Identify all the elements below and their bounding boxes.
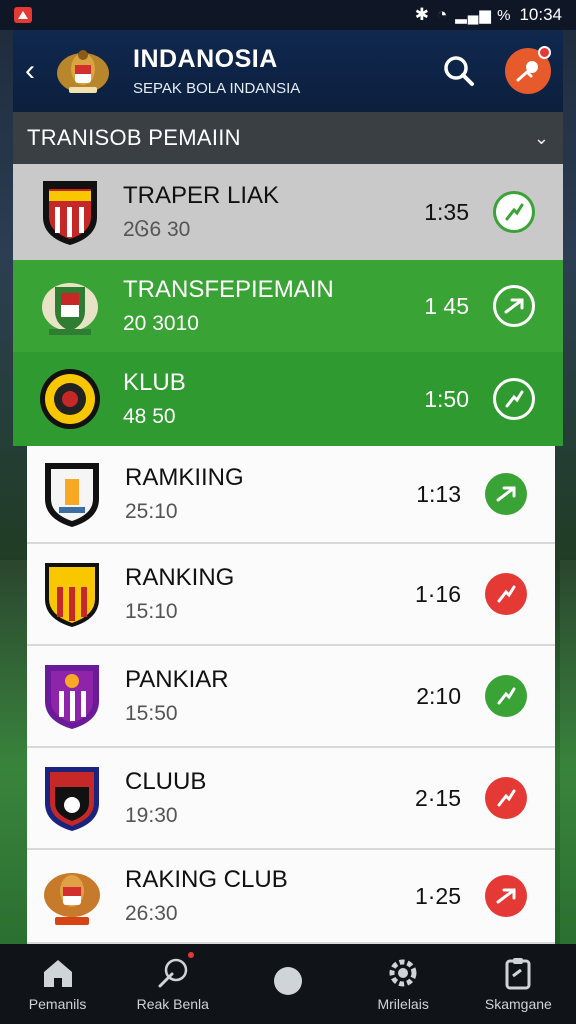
row-name: PANKIAR	[125, 666, 229, 693]
nav-badge	[187, 952, 194, 958]
nav-label: Pemanils	[28, 996, 87, 1012]
row-info: RAKING CLUB 26:30	[125, 866, 391, 926]
app-header: ‹ INDANOSIA SEPAK BOLA INDANSIA	[13, 30, 563, 112]
row-time: 1:35	[424, 198, 469, 225]
row-sub: 19:30	[125, 804, 178, 827]
list-item[interactable]: RAKING CLUB 26:30 1·25	[27, 850, 555, 944]
list-item[interactable]: CLUUB 19:30 2·15	[27, 748, 555, 850]
row-time: 2:10	[416, 682, 461, 709]
nav-item-center[interactable]	[233, 964, 343, 1004]
status-ok-icon[interactable]	[493, 285, 535, 327]
system-status-bar: ✱ ◔ ▂▄▆ % 10:34	[0, 0, 576, 30]
status-right: ✱ ◔ ▂▄▆ % 10:34	[415, 5, 562, 25]
bluetooth-icon: ✱	[414, 5, 429, 24]
row-time: 1·25	[414, 882, 461, 909]
row-sub: 26:30	[125, 902, 178, 925]
ball-kick-icon	[516, 61, 538, 82]
row-sub: 15:10	[125, 600, 178, 623]
club-logo-icon	[41, 763, 103, 833]
row-info: CLUUB 19:30	[125, 768, 391, 828]
back-button[interactable]: ‹	[25, 54, 49, 88]
status-alert-icon[interactable]	[485, 777, 527, 819]
row-time: 1:13	[416, 480, 461, 507]
row-sub: 2Ꮆ6 30	[123, 218, 191, 241]
nav-item-settings[interactable]: Mrilelais	[348, 956, 458, 1012]
garuda-crest-icon	[55, 43, 111, 99]
row-name: RANKING	[125, 564, 235, 591]
row-info: TRANSFEPIEMAIN 20 3010	[123, 276, 399, 336]
row-sub: 15:50	[125, 702, 178, 725]
list-item[interactable]: KLUB 48 50 1:50	[13, 352, 563, 446]
wifi-icon: ◔	[436, 5, 448, 24]
row-sub: 20 3010	[123, 312, 199, 335]
row-name: RAMKIING	[125, 464, 244, 491]
row-info: TRAPER LIAK 2Ꮆ6 30	[123, 182, 399, 242]
nav-item-home[interactable]: Pemanils	[3, 956, 113, 1012]
row-name: RAKING CLUB	[125, 866, 288, 893]
club-logo-icon	[39, 271, 101, 341]
profile-notification-button[interactable]	[505, 46, 551, 94]
home-icon	[41, 956, 75, 990]
status-time: 10:34	[519, 5, 562, 24]
nav-label: Mrilelais	[377, 996, 429, 1012]
status-alert-icon[interactable]	[485, 875, 527, 917]
status-ok-icon[interactable]	[485, 675, 527, 717]
club-logo-icon	[39, 364, 101, 434]
bottom-navigation: Pemanils Reak Benla Mrilelais Skamgane	[0, 944, 576, 1024]
club-logo-icon	[41, 861, 103, 931]
row-time: 1 45	[424, 292, 469, 319]
row-sub: 48 50	[123, 405, 176, 428]
gear-icon	[386, 956, 420, 990]
nav-item-kick[interactable]: Reak Benla	[118, 952, 228, 1012]
ball-kick-icon	[156, 952, 194, 990]
search-button[interactable]	[439, 51, 479, 91]
title-block: INDANOSIA SEPAK BOLA INDANSIA	[133, 45, 439, 97]
row-time: 2·15	[414, 784, 461, 811]
status-ok-icon[interactable]	[493, 191, 535, 233]
nav-label: Skamgane	[484, 996, 552, 1012]
status-left	[14, 5, 32, 25]
app-notification-icon	[14, 7, 32, 23]
club-logo-icon	[41, 559, 103, 629]
row-info: PANKIAR 15:50	[125, 666, 391, 726]
club-logo-icon	[41, 459, 103, 529]
row-sub: 25:10	[125, 500, 178, 523]
signal-icon: ▂▄▆ %	[455, 7, 512, 24]
search-icon	[444, 56, 474, 86]
status-ok-icon[interactable]	[493, 378, 535, 420]
row-time: 1·16	[414, 580, 461, 607]
club-logo-icon	[39, 177, 101, 247]
list-item[interactable]: TRAPER LIAK 2Ꮆ6 30 1:35	[13, 164, 563, 260]
clipboard-icon	[501, 956, 535, 990]
ball-icon	[271, 964, 305, 998]
list-item[interactable]: RANKING 15:10 1·16	[27, 544, 555, 646]
list-item[interactable]: RAMKIING 25:10 1:13	[27, 446, 555, 544]
notification-dot	[538, 46, 551, 59]
list-item[interactable]: TRANSFEPIEMAIN 20 3010 1 45	[13, 260, 563, 352]
app-title: INDANOSIA	[133, 45, 278, 73]
club-logo-icon	[41, 661, 103, 731]
row-name: CLUUB	[125, 768, 207, 795]
row-info: KLUB 48 50	[123, 369, 399, 429]
nav-label: Reak Benla	[136, 996, 209, 1012]
app-subtitle: SEPAK BOLA INDANSIA	[133, 80, 301, 97]
row-info: RAMKIING 25:10	[125, 464, 391, 524]
row-time: 1:50	[424, 385, 469, 412]
chevron-down-icon: ⌄	[533, 127, 549, 148]
status-ok-icon[interactable]	[485, 473, 527, 515]
nav-item-clipboard[interactable]: Skamgane	[463, 956, 573, 1012]
row-info: RANKING 15:10	[125, 564, 391, 624]
section-dropdown[interactable]: TRANISOB PEMAIIN ⌄	[13, 112, 563, 164]
row-name: TRAPER LIAK	[123, 182, 280, 209]
row-name: TRANSFEPIEMAIN	[123, 276, 334, 303]
list-item[interactable]: PANKIAR 15:50 2:10	[27, 646, 555, 748]
section-title: TRANISOB PEMAIIN	[27, 125, 241, 150]
status-alert-icon[interactable]	[485, 573, 527, 615]
row-name: KLUB	[123, 369, 186, 396]
